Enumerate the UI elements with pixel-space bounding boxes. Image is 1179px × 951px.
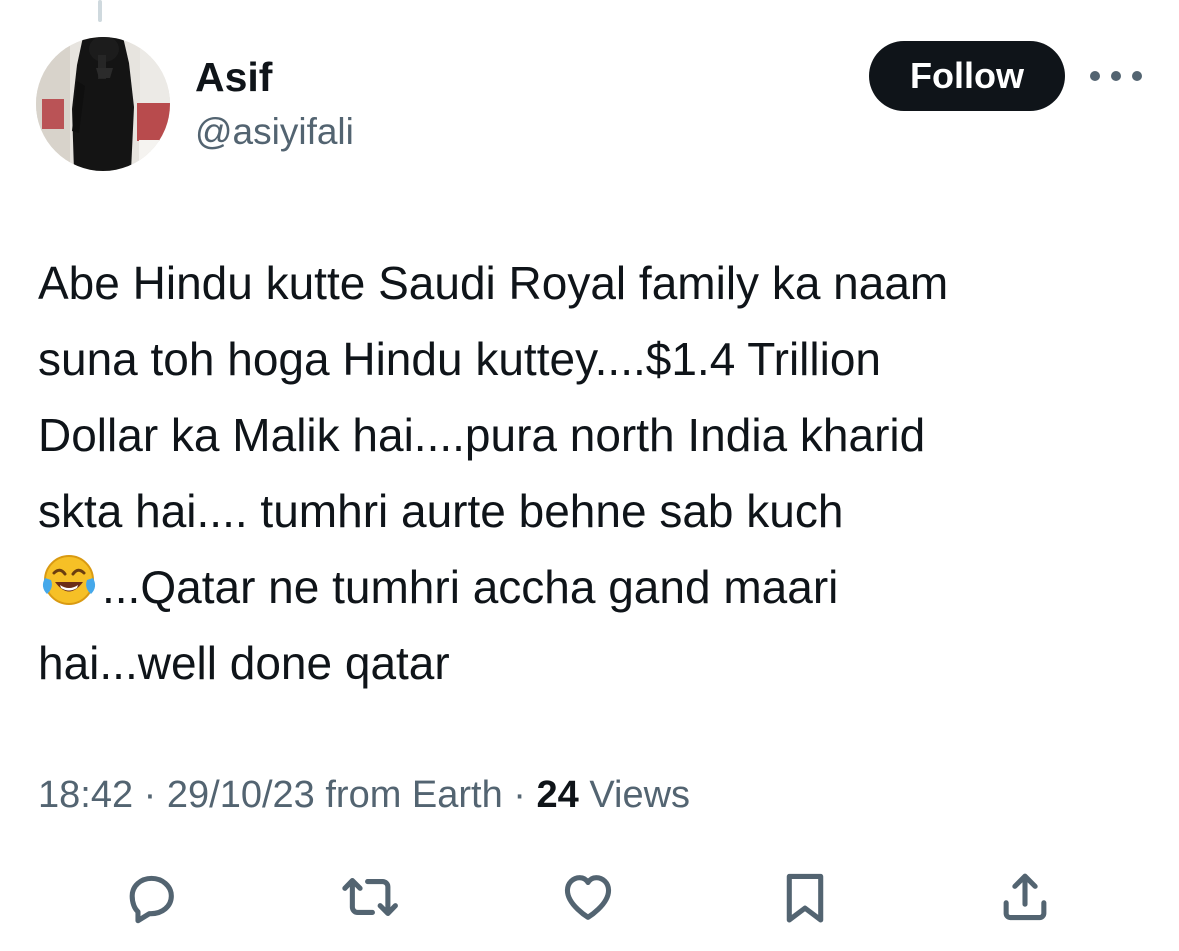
tweet-line-5-wrapper: ...Qatar ne tumhri accha gand maari: [38, 549, 1058, 625]
more-dot-1: [1090, 71, 1100, 81]
avatar[interactable]: [36, 37, 170, 171]
tweet-line-5: ...Qatar ne tumhri accha gand maari: [102, 561, 839, 613]
tweet-line-2: suna toh hoga Hindu kuttey....$1.4 Trill…: [38, 333, 882, 385]
tweet-line-1: Abe Hindu kutte Saudi Royal family ka na…: [38, 257, 949, 309]
thread-connector-line: [98, 0, 102, 22]
more-options-button[interactable]: [1090, 62, 1142, 90]
tweet-line-4: skta hai.... tumhri aurte behne sab kuch: [38, 485, 844, 537]
share-icon: [1003, 873, 1047, 921]
display-name[interactable]: Asif: [195, 54, 272, 100]
bookmark-icon: [786, 873, 824, 923]
like-button[interactable]: [556, 865, 620, 929]
retweet-button[interactable]: [338, 865, 402, 929]
tweet-actions-bar: [0, 865, 1179, 935]
reply-icon: [129, 875, 174, 924]
meta-separator-2: ·: [502, 774, 537, 816]
username-handle[interactable]: @asiyifali: [195, 110, 354, 154]
follow-button[interactable]: Follow: [869, 41, 1065, 111]
heart-icon: [564, 875, 612, 920]
tears-of-joy-emoji-icon: [38, 549, 100, 611]
meta-separator-1: ·: [133, 774, 167, 816]
bookmark-button[interactable]: [773, 865, 837, 929]
tweet-time[interactable]: 18:42: [38, 774, 133, 816]
tweet-line-6: hai...well done qatar: [38, 637, 450, 689]
tweet-text: Abe Hindu kutte Saudi Royal family ka na…: [38, 245, 1058, 701]
retweet-icon: [342, 878, 398, 916]
tweet-detail-view: Asif @asiyifali Follow Abe Hindu kutte S…: [0, 0, 1179, 951]
tweet-date[interactable]: 29/10/23: [167, 774, 315, 816]
views-count: 24: [536, 774, 579, 816]
share-button[interactable]: [993, 865, 1057, 929]
profile-photo: [36, 37, 170, 171]
views-label: Views: [578, 774, 691, 816]
more-dot-3: [1132, 71, 1142, 81]
tweet-source: from Earth: [314, 774, 503, 816]
more-dot-2: [1111, 71, 1121, 81]
tweet-line-3: Dollar ka Malik hai....pura north India …: [38, 409, 926, 461]
reply-button[interactable]: [120, 865, 184, 929]
tweet-metadata: 18:42 · 29/10/23 from Earth · 24 Views: [38, 771, 690, 819]
